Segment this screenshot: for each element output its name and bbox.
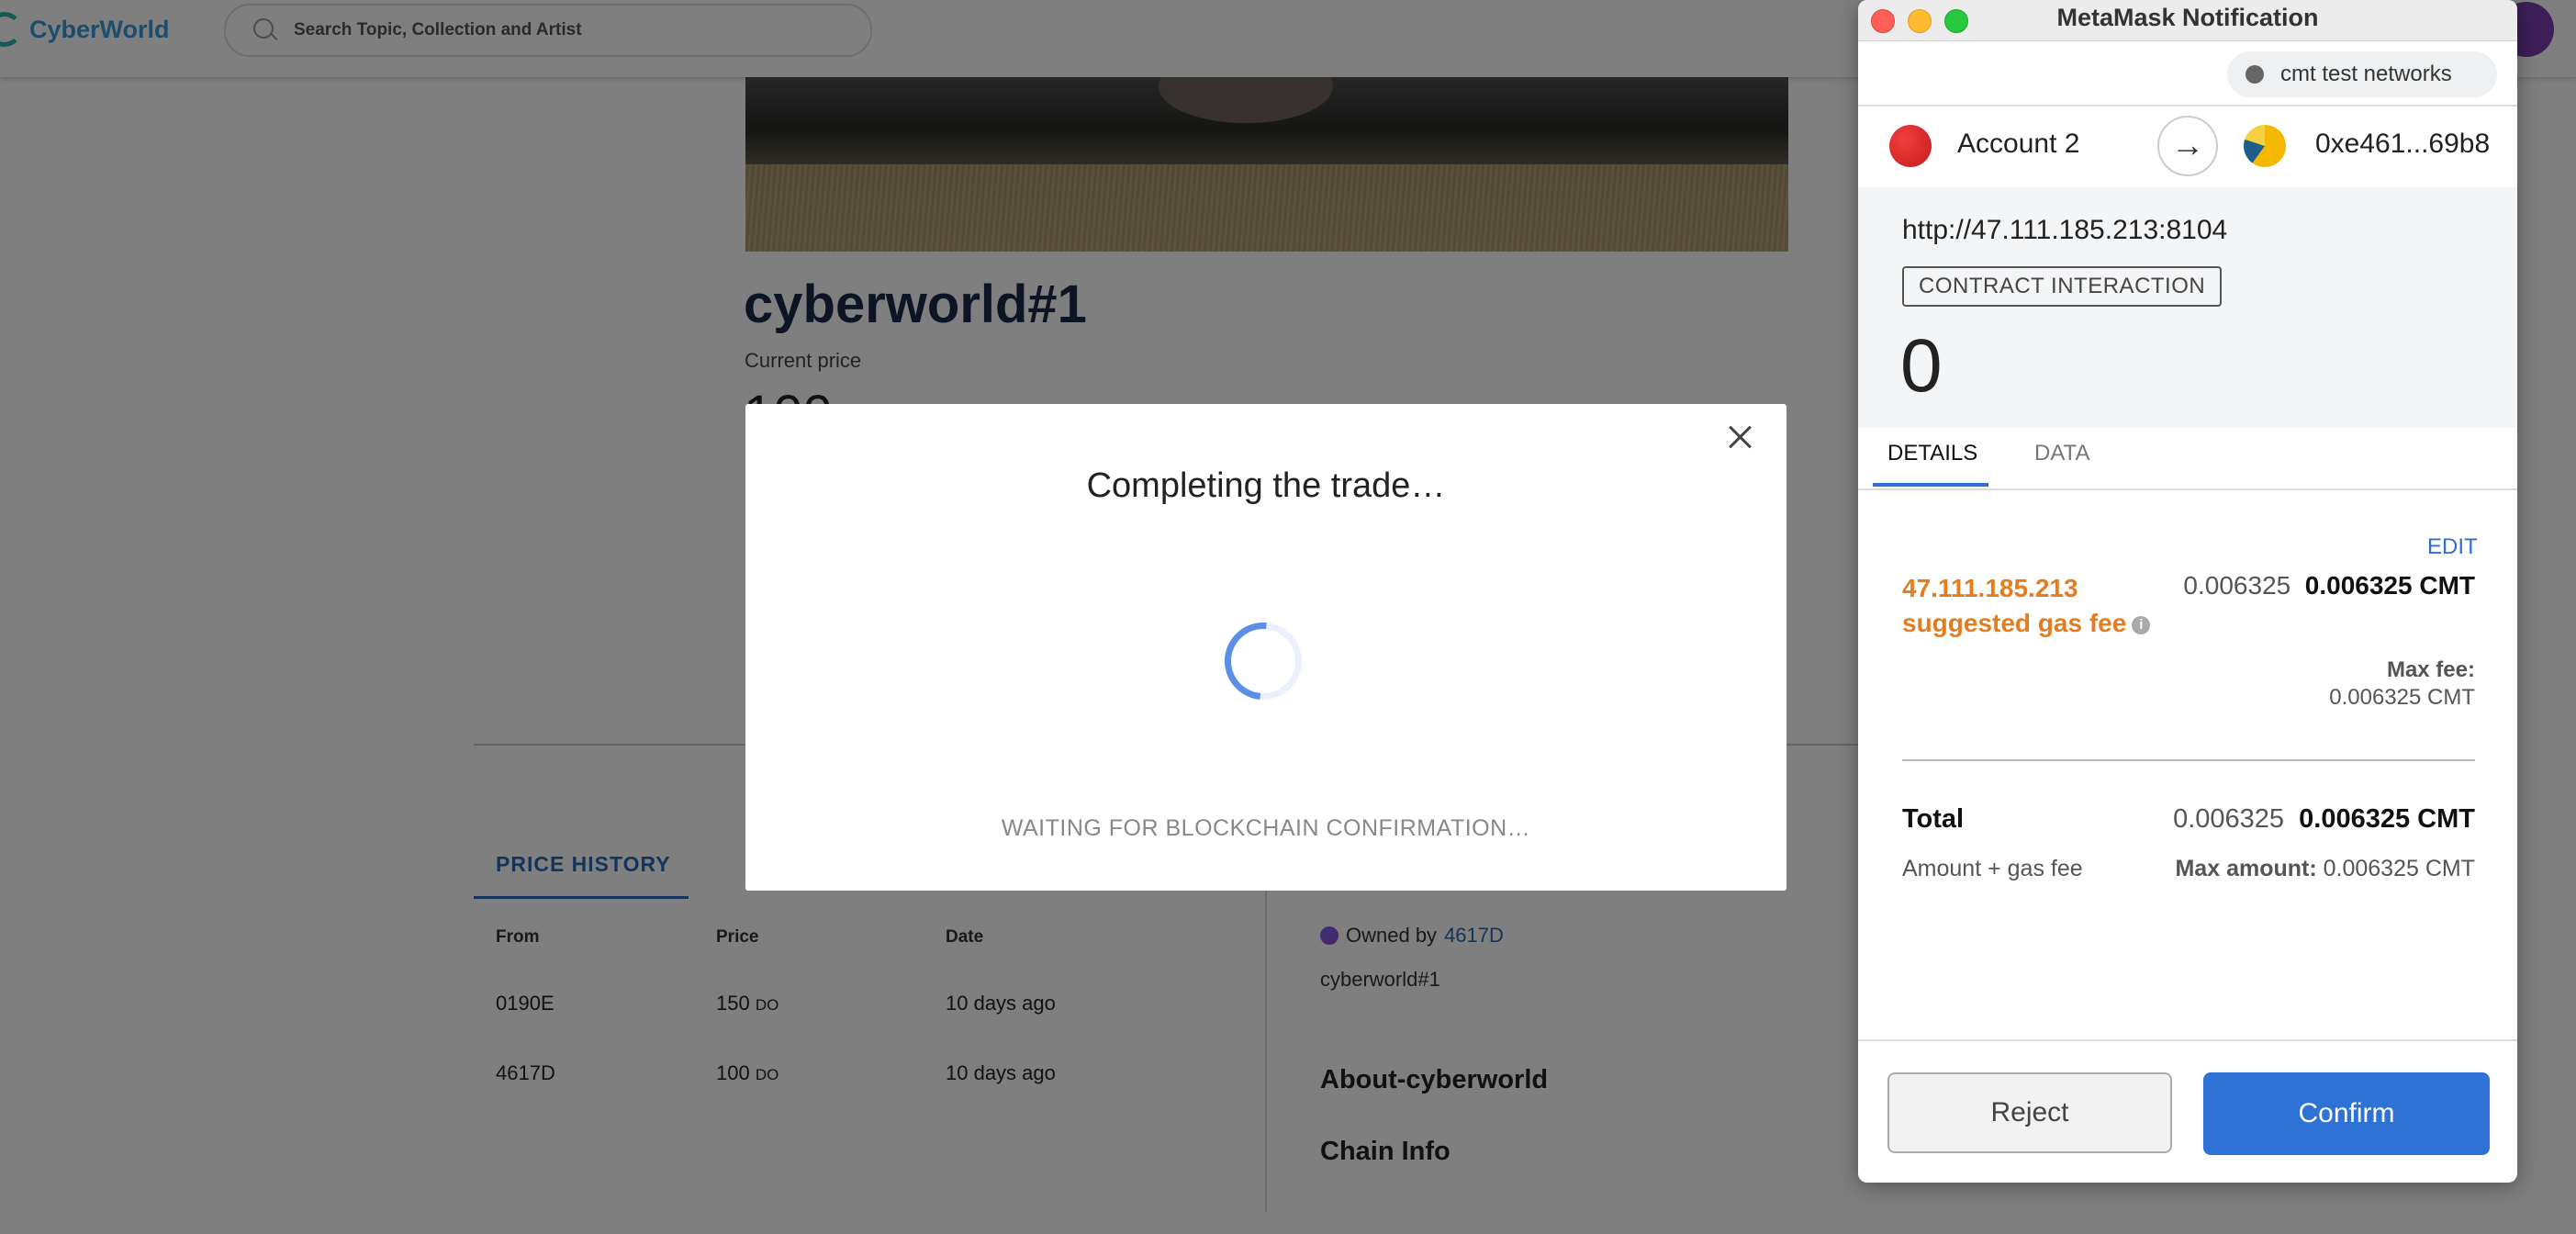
tab-details[interactable]: DETAILS	[1887, 441, 1977, 466]
arrow-right-icon: →	[2157, 116, 2218, 176]
total-crypto: 0.006325 CMT	[2299, 804, 2475, 834]
metamask-window: MetaMask Notification cmt test networks …	[1858, 0, 2517, 1183]
max-amount-label: Max amount:	[2175, 856, 2317, 881]
action-footer: Reject Confirm	[1858, 1039, 2517, 1183]
total-label: Total	[1902, 804, 1965, 834]
trade-progress-modal: Completing the trade… WAITING FOR BLOCKC…	[745, 404, 1786, 891]
to-address[interactable]: 0xe461...69b8	[2315, 129, 2490, 160]
edit-gas-button[interactable]: EDIT	[2427, 534, 2478, 560]
divider	[1902, 759, 2475, 761]
gas-fee-fiat: 0.006325	[2183, 571, 2291, 600]
to-address-avatar	[2244, 125, 2286, 167]
transaction-amount: 0	[1900, 324, 1943, 408]
max-fee-value: 0.006325 CMT	[2329, 685, 2475, 710]
modal-status-text: WAITING FOR BLOCKCHAIN CONFIRMATION…	[1001, 815, 1531, 841]
window-titlebar: MetaMask Notification	[1858, 0, 2517, 41]
gas-fee-value: 0.006325 0.006325 CMT	[2183, 571, 2475, 600]
network-selector[interactable]: cmt test networks	[2227, 51, 2497, 97]
origin-url: http://47.111.185.213:8104	[1902, 215, 2228, 245]
max-fee-label: Max fee:	[2386, 657, 2475, 682]
modal-title: Completing the trade…	[1086, 466, 1446, 505]
from-account-avatar	[1889, 125, 1932, 167]
confirm-button[interactable]: Confirm	[2203, 1072, 2490, 1155]
transaction-type-badge: CONTRACT INTERACTION	[1902, 266, 2223, 307]
window-title: MetaMask Notification	[2056, 4, 2319, 31]
gas-fee-crypto: 0.006325 CMT	[2304, 571, 2475, 600]
transaction-summary: http://47.111.185.213:8104 CONTRACT INTE…	[1858, 187, 2517, 428]
info-icon[interactable]: i	[2132, 615, 2151, 634]
fee-origin: 47.111.185.213	[1902, 574, 2078, 602]
details-tabs: DETAILS DATA	[1858, 428, 2517, 490]
total-value: 0.006325 0.006325 CMT	[2173, 804, 2475, 835]
amount-plus-gas-label: Amount + gas fee	[1902, 856, 2083, 881]
max-amount: Max amount: 0.006325 CMT	[2175, 856, 2475, 882]
total-fiat: 0.006325	[2173, 804, 2285, 834]
reject-button[interactable]: Reject	[1887, 1072, 2172, 1153]
from-account-name: Account 2	[1957, 129, 2080, 159]
loading-spinner-icon	[1208, 606, 1318, 716]
active-tab-indicator	[1873, 483, 1988, 487]
account-transfer-row: Account 2 → 0xe461...69b8	[1858, 105, 2517, 189]
gas-fee-label: 47.111.185.213 suggested gas fee i	[1902, 571, 2151, 641]
tab-data[interactable]: DATA	[2034, 441, 2089, 466]
close-icon[interactable]	[1724, 421, 1757, 454]
suggested-gas-fee-label: suggested gas fee	[1902, 609, 2127, 637]
globe-icon	[2246, 65, 2264, 84]
network-name: cmt test networks	[2280, 62, 2452, 86]
suggested-gas-fee-line: suggested gas fee i	[1902, 606, 2151, 641]
max-amount-value: 0.006325 CMT	[2323, 856, 2475, 881]
